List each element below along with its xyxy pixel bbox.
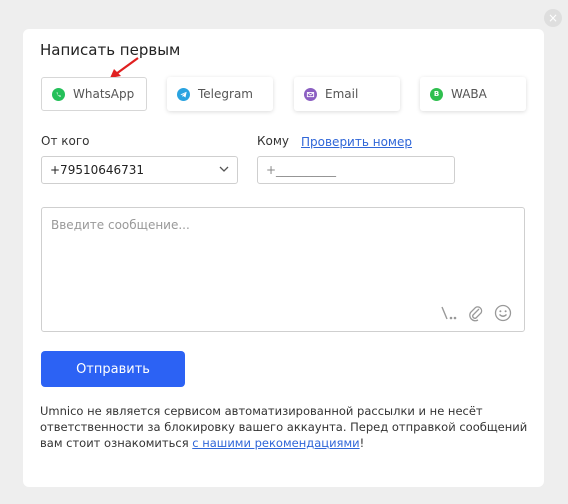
recommendations-link[interactable]: с нашими рекомендациями — [192, 436, 359, 450]
to-label: Кому — [257, 134, 290, 148]
channel-whatsapp[interactable]: WhatsApp — [41, 77, 147, 111]
close-icon: × — [547, 11, 559, 25]
disclaimer-suffix: ! — [359, 436, 365, 450]
to-number-input[interactable]: +__________ — [257, 156, 455, 184]
message-placeholder: Введите сообщение... — [51, 218, 190, 232]
disclaimer-text: Umnico не является сервисом автоматизиро… — [40, 403, 530, 451]
telegram-icon — [177, 87, 190, 101]
message-textarea[interactable]: Введите сообщение... — [41, 207, 525, 332]
waba-icon: B — [430, 87, 443, 101]
chevron-down-icon — [219, 166, 229, 172]
send-button[interactable]: Отправить — [41, 351, 185, 387]
channel-label: Telegram — [198, 87, 253, 101]
check-number-link[interactable]: Проверить номер — [301, 135, 412, 149]
template-icon[interactable] — [440, 305, 458, 321]
email-icon — [304, 87, 317, 101]
emoji-icon[interactable] — [494, 304, 512, 322]
channel-telegram[interactable]: Telegram — [167, 77, 273, 111]
from-label: От кого — [41, 134, 90, 148]
write-first-dialog: Написать первым WhatsApp Telegram Email … — [23, 29, 544, 487]
from-number-select[interactable]: +79510646731 — [41, 156, 238, 184]
channel-label: Email — [325, 87, 359, 101]
to-number-placeholder: +__________ — [266, 163, 337, 177]
attachment-icon[interactable] — [468, 304, 484, 322]
whatsapp-icon — [52, 87, 65, 101]
message-toolbar — [440, 304, 512, 322]
from-number-value: +79510646731 — [50, 163, 145, 177]
channel-label: WhatsApp — [73, 87, 135, 101]
channel-label: WABA — [451, 87, 487, 101]
channel-waba[interactable]: B WABA — [420, 77, 526, 111]
close-button[interactable]: × — [544, 9, 562, 27]
channel-email[interactable]: Email — [294, 77, 400, 111]
